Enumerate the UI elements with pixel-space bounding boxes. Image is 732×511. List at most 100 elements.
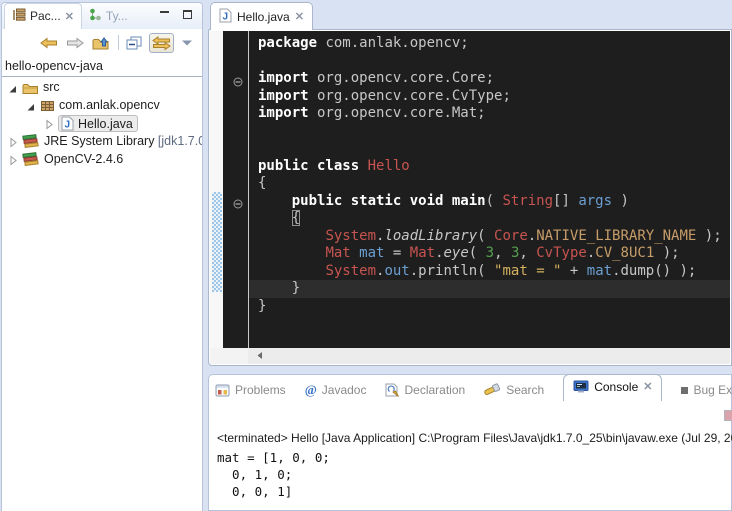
editor-body: package com.anlak.opencv; import org.ope… xyxy=(210,31,730,348)
code-area[interactable]: package com.anlak.opencv; import org.ope… xyxy=(249,31,730,348)
package-folder-icon xyxy=(22,81,39,95)
collapse-all-button[interactable] xyxy=(125,35,143,51)
code-line[interactable] xyxy=(249,53,730,71)
type-hierarchy-icon xyxy=(89,8,102,24)
console-output-line: mat = [1, 0, 0; xyxy=(217,449,330,466)
maximize-button[interactable] xyxy=(183,10,192,19)
explorer-tabbar: Pac... ✕ Ty... xyxy=(2,3,202,29)
tab-label: Pac... xyxy=(30,9,61,23)
tree-item-label: src xyxy=(43,80,60,94)
package-explorer-panel: Pac... ✕ Ty... hello-opencv-java src com.… xyxy=(1,2,203,511)
console-icon xyxy=(573,380,589,394)
collapse-arrow-icon[interactable] xyxy=(8,83,18,93)
search-icon xyxy=(484,383,501,397)
fold-collapse-icon[interactable] xyxy=(233,196,243,206)
code-line[interactable]: package com.anlak.opencv; xyxy=(249,35,730,53)
editor-tab-hello-java[interactable]: J Hello.java ✕ xyxy=(210,2,313,30)
tab-search[interactable]: Search xyxy=(484,383,544,397)
tree-item-src[interactable]: src xyxy=(2,79,202,97)
minimize-button[interactable] xyxy=(160,10,169,13)
project-tree: hello-opencv-java src com.anlak.opencv J He… xyxy=(2,56,202,169)
code-line[interactable]: Mat mat = Mat.eye( 3, 3, CvType.CV_8UC1 … xyxy=(249,245,730,263)
code-line[interactable] xyxy=(249,140,730,158)
change-range-indicator xyxy=(212,192,222,292)
tree-item-decorator: [jdk1.7.0 xyxy=(158,134,202,148)
eclipse-workbench: { "explorer": { "tabs": [ { "label": "Pa… xyxy=(0,0,732,511)
editor-tab-label: Hello.java xyxy=(237,10,290,24)
close-icon[interactable]: ✕ xyxy=(643,380,652,393)
console-header: <terminated> Hello [Java Application] C:… xyxy=(217,431,732,445)
svg-text:J: J xyxy=(65,120,71,131)
tab-label: Declaration xyxy=(404,383,465,397)
console-output[interactable]: mat = [1, 0, 0; 0, 1, 0; 0, 0, 1] xyxy=(217,449,330,500)
view-menu-button[interactable] xyxy=(180,38,194,48)
left-ruler[interactable] xyxy=(210,31,223,348)
tab-label: Console xyxy=(594,380,638,394)
tree-item-label: Hello.java xyxy=(78,117,133,131)
javadoc-icon: @ xyxy=(305,382,317,398)
explorer-toolbar xyxy=(2,29,202,56)
expand-arrow-icon[interactable] xyxy=(8,155,18,165)
expand-arrow-icon[interactable] xyxy=(44,119,54,129)
declaration-icon xyxy=(385,383,399,397)
code-line[interactable]: { xyxy=(249,175,730,193)
tree-item-opencv-2.4.6[interactable]: OpenCV-2.4.6 xyxy=(2,151,202,169)
back-button[interactable] xyxy=(39,36,59,50)
forward-button[interactable] xyxy=(65,36,85,50)
tree-item-label: JRE System Library xyxy=(44,134,158,148)
tab-declaration[interactable]: Declaration xyxy=(385,383,465,397)
scroll-left-button[interactable] xyxy=(256,347,264,365)
tab-type-hierarchy[interactable]: Ty... xyxy=(82,4,135,29)
svg-text:J: J xyxy=(223,11,229,22)
header-divider xyxy=(2,76,202,77)
matched-bracket: { xyxy=(292,210,300,226)
square-icon xyxy=(681,387,688,394)
java-file-icon: J xyxy=(219,8,232,26)
tree-item-label: com.anlak.opencv xyxy=(59,98,160,112)
close-icon[interactable]: ✕ xyxy=(295,10,304,23)
tree-item-hello.java[interactable]: J Hello.java xyxy=(2,115,202,133)
tree-item-com.anlak.opencv[interactable]: com.anlak.opencv xyxy=(2,97,202,115)
fold-collapse-icon[interactable] xyxy=(233,74,243,84)
expand-arrow-icon[interactable] xyxy=(8,137,18,147)
code-line[interactable]: public static void main( String[] args ) xyxy=(249,193,730,211)
code-line-current[interactable]: } xyxy=(249,280,730,298)
link-with-editor-button[interactable] xyxy=(149,33,174,53)
editor-content: package com.anlak.opencv; import org.ope… xyxy=(208,29,732,366)
tab-label: Search xyxy=(506,383,544,397)
code-line[interactable]: } xyxy=(249,298,730,316)
tree-item-label: OpenCV-2.4.6 xyxy=(44,152,123,166)
problems-icon xyxy=(215,384,230,397)
library-icon xyxy=(22,152,40,167)
tab-javadoc[interactable]: @ Javadoc xyxy=(305,382,367,398)
toolbar-separator xyxy=(118,35,119,50)
go-into-button[interactable] xyxy=(91,34,112,51)
horizontal-scrollbar[interactable] xyxy=(210,348,730,364)
terminate-button[interactable] xyxy=(724,410,732,421)
tab-label: Javadoc xyxy=(322,383,367,397)
close-icon[interactable]: ✕ xyxy=(65,10,74,23)
collapse-arrow-icon[interactable] xyxy=(26,101,36,111)
code-line[interactable] xyxy=(249,123,730,141)
tab-label: Problems xyxy=(235,383,286,397)
package-explorer-icon xyxy=(12,8,26,24)
code-line[interactable]: import org.opencv.core.CvType; xyxy=(249,88,730,106)
tab-package-explorer[interactable]: Pac... ✕ xyxy=(4,3,82,29)
code-line[interactable]: System.out.println( "mat = " + mat.dump(… xyxy=(249,263,730,281)
library-icon xyxy=(22,134,40,149)
tree-item-jre-system-library[interactable]: JRE System Library [jdk1.7.0 xyxy=(2,133,202,151)
tab-label: Bug Explorer xyxy=(693,383,732,397)
code-editor[interactable]: package com.anlak.opencv; import org.ope… xyxy=(223,31,730,348)
code-line[interactable]: import org.opencv.core.Core; xyxy=(249,70,730,88)
tab-problems[interactable]: Problems xyxy=(215,383,286,397)
console-view-panel: Problems @ Javadoc Declaration Search Console… xyxy=(208,374,732,511)
code-line[interactable]: import org.opencv.core.Mat; xyxy=(249,105,730,123)
tab-console[interactable]: Console ✕ xyxy=(563,374,662,401)
tab-bug-explorer[interactable]: Bug Explorer xyxy=(681,383,732,397)
code-line[interactable]: System.loadLibrary( Core.NATIVE_LIBRARY_… xyxy=(249,228,730,246)
project-header[interactable]: hello-opencv-java xyxy=(2,58,202,75)
console-output-line: 0, 0, 1] xyxy=(217,483,330,500)
code-line[interactable]: { xyxy=(249,210,730,228)
code-line[interactable]: public class Hello xyxy=(249,158,730,176)
console-output-line: 0, 1, 0; xyxy=(217,466,330,483)
